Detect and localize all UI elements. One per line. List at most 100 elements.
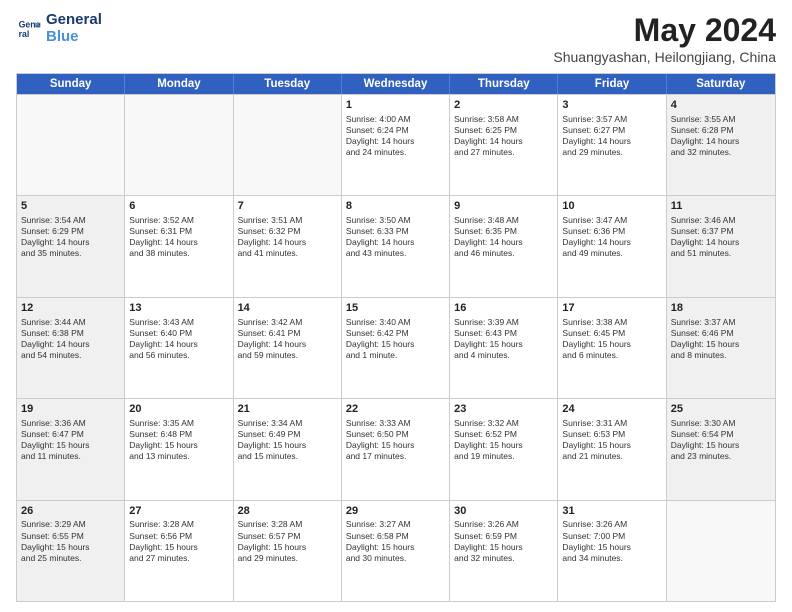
cell-info: Sunrise: 3:36 AM Sunset: 6:47 PM Dayligh… bbox=[21, 418, 120, 462]
cell-info: Sunrise: 3:48 AM Sunset: 6:35 PM Dayligh… bbox=[454, 215, 553, 259]
cell-info: Sunrise: 3:46 AM Sunset: 6:37 PM Dayligh… bbox=[671, 215, 771, 259]
cell-info: Sunrise: 3:42 AM Sunset: 6:41 PM Dayligh… bbox=[238, 317, 337, 361]
calendar-cell-8: 8Sunrise: 3:50 AM Sunset: 6:33 PM Daylig… bbox=[342, 196, 450, 296]
calendar-cell-9: 9Sunrise: 3:48 AM Sunset: 6:35 PM Daylig… bbox=[450, 196, 558, 296]
cell-info: Sunrise: 3:52 AM Sunset: 6:31 PM Dayligh… bbox=[129, 215, 228, 259]
calendar-cell-26: 26Sunrise: 3:29 AM Sunset: 6:55 PM Dayli… bbox=[17, 501, 125, 601]
calendar-cell-28: 28Sunrise: 3:28 AM Sunset: 6:57 PM Dayli… bbox=[234, 501, 342, 601]
empty-cell bbox=[125, 95, 233, 195]
day-number: 13 bbox=[129, 301, 228, 316]
calendar-cell-25: 25Sunrise: 3:30 AM Sunset: 6:54 PM Dayli… bbox=[667, 399, 775, 499]
cell-info: Sunrise: 3:26 AM Sunset: 6:59 PM Dayligh… bbox=[454, 519, 553, 563]
logo-name: General Blue bbox=[46, 12, 102, 45]
day-number: 3 bbox=[562, 98, 661, 113]
day-number: 7 bbox=[238, 199, 337, 214]
calendar-cell-29: 29Sunrise: 3:27 AM Sunset: 6:58 PM Dayli… bbox=[342, 501, 450, 601]
calendar-cell-3: 3Sunrise: 3:57 AM Sunset: 6:27 PM Daylig… bbox=[558, 95, 666, 195]
day-header-saturday: Saturday bbox=[667, 74, 775, 94]
calendar-cell-16: 16Sunrise: 3:39 AM Sunset: 6:43 PM Dayli… bbox=[450, 298, 558, 398]
empty-cell bbox=[667, 501, 775, 601]
calendar-cell-31: 31Sunrise: 3:26 AM Sunset: 7:00 PM Dayli… bbox=[558, 501, 666, 601]
calendar-row-1: 1Sunrise: 4:00 AM Sunset: 6:24 PM Daylig… bbox=[17, 94, 775, 195]
day-number: 15 bbox=[346, 301, 445, 316]
cell-info: Sunrise: 3:29 AM Sunset: 6:55 PM Dayligh… bbox=[21, 519, 120, 563]
title-block: May 2024 Shuangyashan, Heilongjiang, Chi… bbox=[553, 12, 776, 65]
day-number: 31 bbox=[562, 504, 661, 519]
calendar-row-3: 12Sunrise: 3:44 AM Sunset: 6:38 PM Dayli… bbox=[17, 297, 775, 398]
day-number: 28 bbox=[238, 504, 337, 519]
day-number: 20 bbox=[129, 402, 228, 417]
calendar-body: 1Sunrise: 4:00 AM Sunset: 6:24 PM Daylig… bbox=[17, 94, 775, 601]
day-number: 1 bbox=[346, 98, 445, 113]
day-number: 17 bbox=[562, 301, 661, 316]
cell-info: Sunrise: 3:47 AM Sunset: 6:36 PM Dayligh… bbox=[562, 215, 661, 259]
calendar-cell-24: 24Sunrise: 3:31 AM Sunset: 6:53 PM Dayli… bbox=[558, 399, 666, 499]
cell-info: Sunrise: 3:28 AM Sunset: 6:56 PM Dayligh… bbox=[129, 519, 228, 563]
calendar-cell-15: 15Sunrise: 3:40 AM Sunset: 6:42 PM Dayli… bbox=[342, 298, 450, 398]
day-number: 21 bbox=[238, 402, 337, 417]
calendar-row-4: 19Sunrise: 3:36 AM Sunset: 6:47 PM Dayli… bbox=[17, 398, 775, 499]
day-number: 6 bbox=[129, 199, 228, 214]
day-number: 26 bbox=[21, 504, 120, 519]
calendar-cell-6: 6Sunrise: 3:52 AM Sunset: 6:31 PM Daylig… bbox=[125, 196, 233, 296]
calendar-cell-12: 12Sunrise: 3:44 AM Sunset: 6:38 PM Dayli… bbox=[17, 298, 125, 398]
header: Gene ral General Blue May 2024 Shuangyas… bbox=[16, 12, 776, 65]
calendar-cell-11: 11Sunrise: 3:46 AM Sunset: 6:37 PM Dayli… bbox=[667, 196, 775, 296]
day-number: 14 bbox=[238, 301, 337, 316]
day-header-sunday: Sunday bbox=[17, 74, 125, 94]
day-header-monday: Monday bbox=[125, 74, 233, 94]
calendar-header: SundayMondayTuesdayWednesdayThursdayFrid… bbox=[17, 74, 775, 94]
day-number: 11 bbox=[671, 199, 771, 214]
cell-info: Sunrise: 3:32 AM Sunset: 6:52 PM Dayligh… bbox=[454, 418, 553, 462]
cell-info: Sunrise: 3:28 AM Sunset: 6:57 PM Dayligh… bbox=[238, 519, 337, 563]
day-number: 27 bbox=[129, 504, 228, 519]
calendar: SundayMondayTuesdayWednesdayThursdayFrid… bbox=[16, 73, 776, 602]
cell-info: Sunrise: 3:38 AM Sunset: 6:45 PM Dayligh… bbox=[562, 317, 661, 361]
calendar-cell-2: 2Sunrise: 3:58 AM Sunset: 6:25 PM Daylig… bbox=[450, 95, 558, 195]
cell-info: Sunrise: 3:31 AM Sunset: 6:53 PM Dayligh… bbox=[562, 418, 661, 462]
logo-icon: Gene ral bbox=[16, 15, 44, 43]
cell-info: Sunrise: 3:37 AM Sunset: 6:46 PM Dayligh… bbox=[671, 317, 771, 361]
calendar-cell-17: 17Sunrise: 3:38 AM Sunset: 6:45 PM Dayli… bbox=[558, 298, 666, 398]
day-number: 8 bbox=[346, 199, 445, 214]
cell-info: Sunrise: 3:26 AM Sunset: 7:00 PM Dayligh… bbox=[562, 519, 661, 563]
calendar-cell-4: 4Sunrise: 3:55 AM Sunset: 6:28 PM Daylig… bbox=[667, 95, 775, 195]
cell-info: Sunrise: 3:44 AM Sunset: 6:38 PM Dayligh… bbox=[21, 317, 120, 361]
cell-info: Sunrise: 4:00 AM Sunset: 6:24 PM Dayligh… bbox=[346, 114, 445, 158]
cell-info: Sunrise: 3:50 AM Sunset: 6:33 PM Dayligh… bbox=[346, 215, 445, 259]
calendar-cell-14: 14Sunrise: 3:42 AM Sunset: 6:41 PM Dayli… bbox=[234, 298, 342, 398]
day-number: 30 bbox=[454, 504, 553, 519]
empty-cell bbox=[234, 95, 342, 195]
cell-info: Sunrise: 3:54 AM Sunset: 6:29 PM Dayligh… bbox=[21, 215, 120, 259]
calendar-row-2: 5Sunrise: 3:54 AM Sunset: 6:29 PM Daylig… bbox=[17, 195, 775, 296]
day-number: 18 bbox=[671, 301, 771, 316]
day-number: 5 bbox=[21, 199, 120, 214]
cell-info: Sunrise: 3:33 AM Sunset: 6:50 PM Dayligh… bbox=[346, 418, 445, 462]
calendar-cell-21: 21Sunrise: 3:34 AM Sunset: 6:49 PM Dayli… bbox=[234, 399, 342, 499]
calendar-cell-13: 13Sunrise: 3:43 AM Sunset: 6:40 PM Dayli… bbox=[125, 298, 233, 398]
cell-info: Sunrise: 3:57 AM Sunset: 6:27 PM Dayligh… bbox=[562, 114, 661, 158]
cell-info: Sunrise: 3:30 AM Sunset: 6:54 PM Dayligh… bbox=[671, 418, 771, 462]
logo: Gene ral General Blue bbox=[16, 12, 102, 45]
cell-info: Sunrise: 3:39 AM Sunset: 6:43 PM Dayligh… bbox=[454, 317, 553, 361]
day-header-thursday: Thursday bbox=[450, 74, 558, 94]
day-number: 25 bbox=[671, 402, 771, 417]
day-number: 10 bbox=[562, 199, 661, 214]
cell-info: Sunrise: 3:51 AM Sunset: 6:32 PM Dayligh… bbox=[238, 215, 337, 259]
day-header-friday: Friday bbox=[558, 74, 666, 94]
cell-info: Sunrise: 3:27 AM Sunset: 6:58 PM Dayligh… bbox=[346, 519, 445, 563]
calendar-cell-10: 10Sunrise: 3:47 AM Sunset: 6:36 PM Dayli… bbox=[558, 196, 666, 296]
day-number: 12 bbox=[21, 301, 120, 316]
day-number: 19 bbox=[21, 402, 120, 417]
calendar-row-5: 26Sunrise: 3:29 AM Sunset: 6:55 PM Dayli… bbox=[17, 500, 775, 601]
day-number: 16 bbox=[454, 301, 553, 316]
cell-info: Sunrise: 3:58 AM Sunset: 6:25 PM Dayligh… bbox=[454, 114, 553, 158]
day-header-wednesday: Wednesday bbox=[342, 74, 450, 94]
cell-info: Sunrise: 3:55 AM Sunset: 6:28 PM Dayligh… bbox=[671, 114, 771, 158]
day-header-tuesday: Tuesday bbox=[234, 74, 342, 94]
calendar-cell-23: 23Sunrise: 3:32 AM Sunset: 6:52 PM Dayli… bbox=[450, 399, 558, 499]
empty-cell bbox=[17, 95, 125, 195]
calendar-cell-19: 19Sunrise: 3:36 AM Sunset: 6:47 PM Dayli… bbox=[17, 399, 125, 499]
svg-text:ral: ral bbox=[19, 28, 30, 38]
day-number: 9 bbox=[454, 199, 553, 214]
